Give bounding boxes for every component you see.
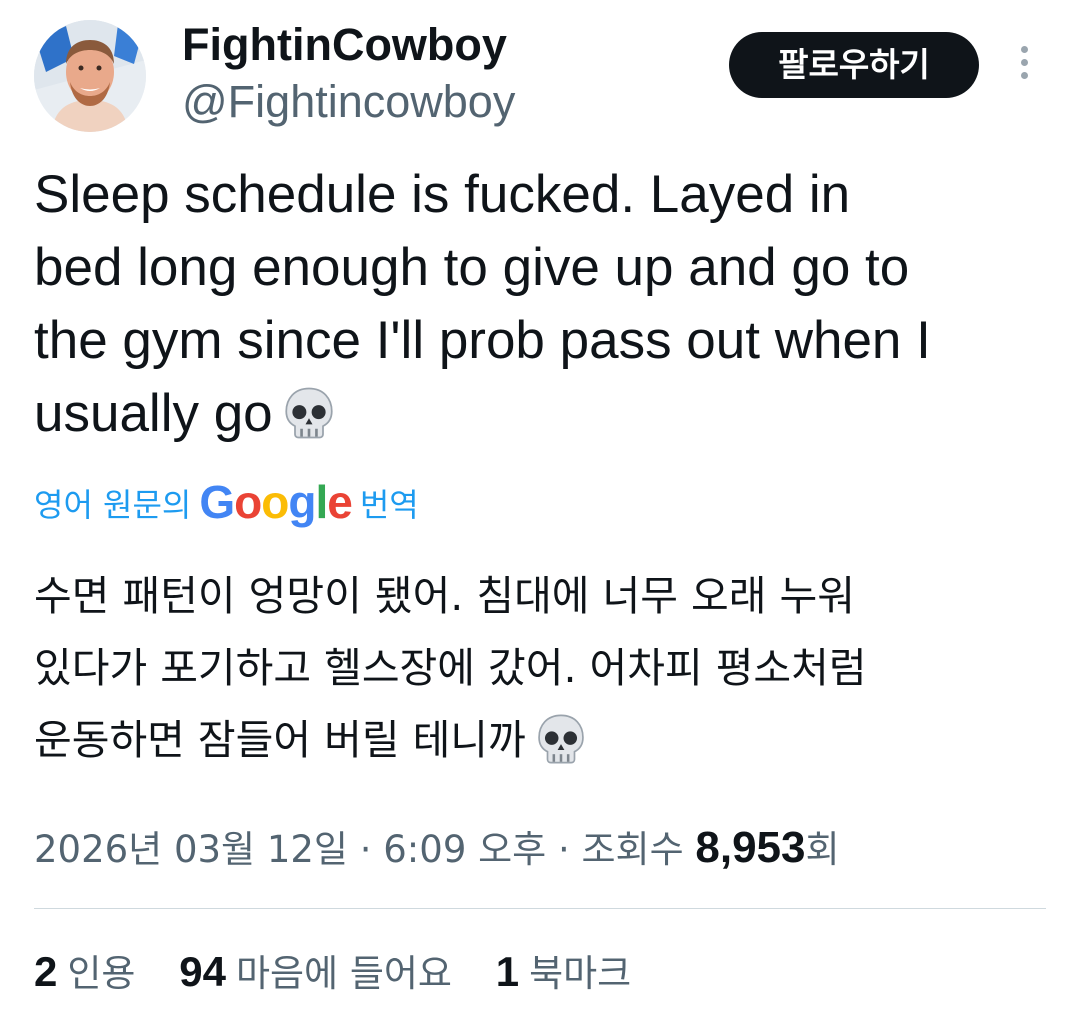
views-label: 조회수 [581,828,684,871]
tweet-line: bed long enough to give up and go to [34,238,910,297]
tweet-line-last: usually go [34,377,1034,450]
quotes-label: 인용 [67,952,136,995]
views-count: 8,953 [695,823,806,872]
google-logo: Google [199,476,353,528]
quotes-count: 2 [34,948,58,995]
tweet-time[interactable]: 6:09 오후 [383,828,546,871]
views-suffix: 회 [805,828,840,871]
avatar[interactable] [34,20,146,132]
translation-prefix: 영어 원문의 [34,486,192,524]
tweet-line: the gym since I'll prob pass out when I [34,311,931,370]
skull-emoji-icon [537,714,584,764]
profile-photo-icon [34,20,146,132]
tweet-header: FightinCowboy @Fightincowboy 팔로우하기 [34,20,1046,132]
bookmarks-count: 1 [495,948,520,995]
meta-separator: · [557,828,570,871]
skull-emoji-icon [285,387,333,439]
google-letter: g [288,476,316,528]
follow-button[interactable]: 팔로우하기 [729,32,979,98]
google-letter: l [315,476,328,528]
translated-line-text: 운동하면 잠들어 버릴 테니까 [34,716,526,764]
google-letter: e [327,476,353,528]
translation-credit[interactable]: 영어 원문의 Google 번역 [34,472,419,532]
tweet-text: Sleep schedule is fucked. Layed in bed l… [34,158,1034,450]
tweet-date[interactable]: 2026년 03월 12일 [34,828,348,871]
translated-line: 있다가 포기하고 헬스장에 갔어. 어차피 평소처럼 [34,644,867,692]
translated-line-last: 운동하면 잠들어 버릴 테니까 [34,704,1054,776]
google-letter: o [261,476,289,528]
divider [34,908,1046,909]
display-name[interactable]: FightinCowboy [182,20,515,70]
bookmarks-stat[interactable]: 1 북마크 [496,942,631,1004]
google-letter: G [199,476,235,528]
quotes-stat[interactable]: 2 인용 [34,942,135,1004]
likes-label: 마음에 들어요 [235,952,452,995]
translated-text: 수면 패턴이 엉망이 됐어. 침대에 너무 오래 누워 있다가 포기하고 헬스장… [34,560,1054,776]
likes-count: 94 [179,948,226,995]
google-letter: o [234,476,262,528]
user-handle[interactable]: @Fightincowboy [182,72,515,132]
meta-separator: · [359,828,372,871]
bookmarks-label: 북마크 [529,952,632,995]
translation-suffix: 번역 [359,486,419,524]
user-names: FightinCowboy @Fightincowboy [182,20,515,132]
more-vertical-icon[interactable] [1012,46,1036,86]
engagement-stats: 2 인용 94 마음에 들어요 1 북마크 [34,942,663,1004]
tweet-line: Sleep schedule is fucked. Layed in [34,165,851,224]
likes-stat[interactable]: 94 마음에 들어요 [179,942,452,1004]
tweet-line-text: usually go [34,384,273,443]
translated-line: 수면 패턴이 엉망이 됐어. 침대에 너무 오래 누워 [34,572,855,620]
tweet-meta: 2026년 03월 12일 · 6:09 오후 · 조회수 8,953회 [34,818,840,880]
